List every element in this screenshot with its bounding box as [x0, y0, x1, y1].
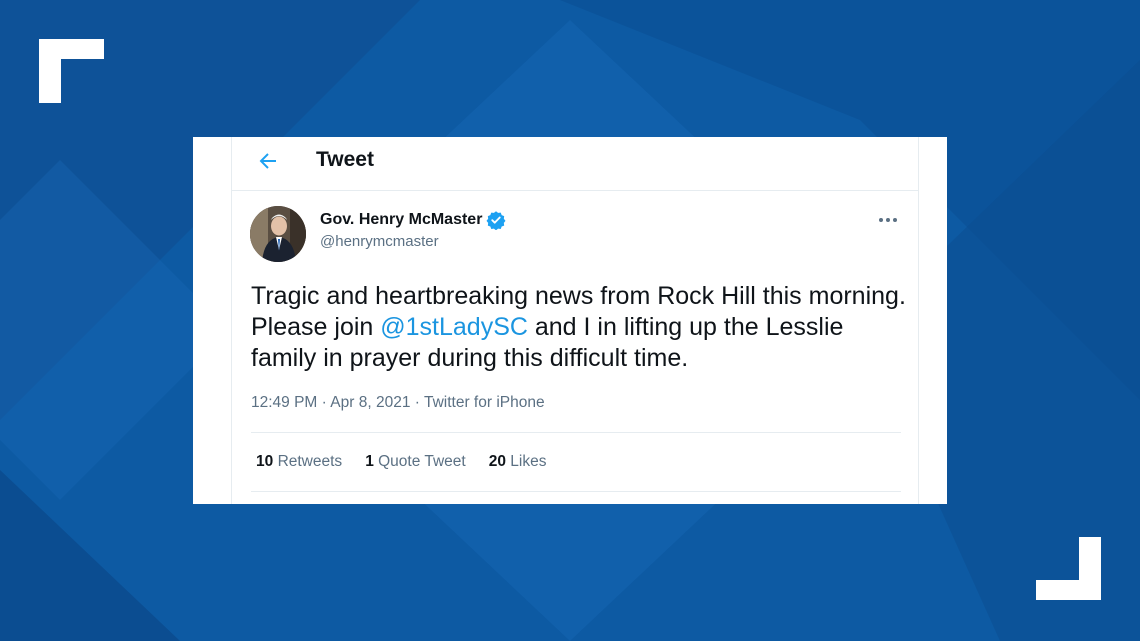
quote-tweets-stat[interactable]: 1 Quote Tweet [365, 453, 466, 471]
likes-stat[interactable]: 20 Likes [489, 453, 547, 471]
author-handle[interactable]: @henrymcmaster [320, 233, 439, 250]
more-options-icon[interactable] [876, 211, 900, 229]
tweet-card: Tweet Gov. Henry McMaster @henrymcmaster [193, 137, 947, 504]
tweet-date[interactable]: Apr 8, 2021 [330, 394, 410, 411]
likes-count: 20 [488, 453, 506, 470]
tweet-source[interactable]: Twitter for iPhone [424, 394, 545, 411]
author-name[interactable]: Gov. Henry McMaster [320, 210, 506, 230]
divider [251, 491, 901, 492]
page-title: Tweet [316, 148, 374, 171]
tweet-time[interactable]: 12:49 PM [251, 394, 317, 411]
retweets-stat[interactable]: 10 Retweets [256, 453, 342, 471]
tweet-text: Tragic and heartbreaking news from Rock … [251, 281, 911, 374]
tweet-stats: 10 Retweets 1 Quote Tweet 20 Likes [256, 453, 569, 471]
retweets-count: 10 [256, 453, 274, 470]
tweet-header: Tweet [232, 137, 918, 191]
verified-badge-icon [486, 211, 506, 230]
author-name-text: Gov. Henry McMaster [320, 211, 483, 228]
back-arrow-icon[interactable] [256, 149, 280, 173]
avatar[interactable] [250, 206, 306, 262]
quote-tweets-count: 1 [365, 453, 374, 470]
separator-dot: · [414, 394, 420, 411]
tweet-metadata: 12:49 PM · Apr 8, 2021 · Twitter for iPh… [251, 394, 545, 412]
retweets-label: Retweets [277, 453, 343, 470]
separator-dot: · [321, 394, 327, 411]
quote-tweets-label: Quote Tweet [378, 453, 466, 470]
likes-label: Likes [510, 453, 547, 470]
divider [251, 432, 901, 433]
mention-link[interactable]: @1stLadySC [380, 313, 528, 341]
tweet-column: Tweet Gov. Henry McMaster @henrymcmaster [231, 137, 919, 504]
